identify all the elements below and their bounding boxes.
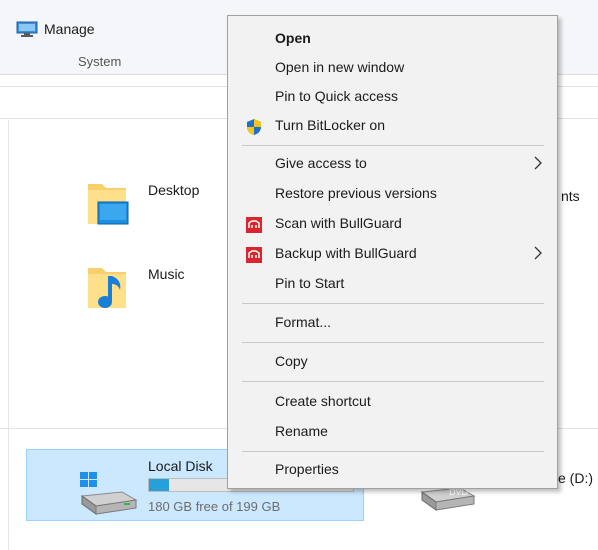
menu-item-copy[interactable]: Copy bbox=[228, 349, 557, 375]
menu-item-create-shortcut[interactable]: Create shortcut bbox=[228, 389, 557, 415]
menu-item-label: Scan with BullGuard bbox=[275, 215, 402, 231]
menu-item-turn-bitlocker-on[interactable]: Turn BitLocker on bbox=[228, 113, 557, 139]
menu-item-label: Format... bbox=[275, 314, 332, 330]
local-disk-name: Local Disk bbox=[148, 458, 213, 474]
manage-label: Manage bbox=[44, 21, 95, 37]
menu-item-label: Create shortcut bbox=[275, 393, 371, 409]
menu-item-label: Open in new window bbox=[275, 59, 405, 75]
menu-item-rename[interactable]: Rename bbox=[228, 419, 557, 445]
menu-item-label: Restore previous versions bbox=[275, 185, 437, 201]
menu-item-label: Properties bbox=[275, 461, 339, 477]
menu-item-label: Backup with BullGuard bbox=[275, 245, 417, 261]
menu-item-backup-bullguard[interactable]: Backup with BullGuard bbox=[228, 241, 557, 267]
menu-item-label: Pin to Quick access bbox=[275, 88, 398, 104]
menu-separator bbox=[242, 303, 544, 304]
menu-item-label: Give access to bbox=[275, 155, 367, 171]
chevron-right-icon bbox=[534, 246, 542, 260]
bullguard-icon bbox=[246, 247, 262, 263]
music-folder-icon bbox=[88, 268, 126, 308]
manage-tab[interactable]: Manage bbox=[16, 20, 95, 38]
menu-item-format[interactable]: Format... bbox=[228, 310, 557, 336]
menu-item-label: Rename bbox=[275, 423, 328, 439]
windows-drive-icon bbox=[80, 472, 138, 515]
folder-desktop[interactable]: Desktop bbox=[86, 178, 216, 238]
menu-item-give-access[interactable]: Give access to bbox=[228, 151, 557, 177]
desktop-folder-icon bbox=[88, 184, 129, 225]
menu-item-pin-to-start[interactable]: Pin to Start bbox=[228, 271, 557, 297]
menu-separator bbox=[242, 145, 544, 146]
manage-icon bbox=[16, 21, 38, 37]
folder-music[interactable]: Music bbox=[86, 262, 216, 322]
menu-item-label: Open bbox=[275, 30, 311, 46]
folder-desktop-label: Desktop bbox=[148, 182, 200, 198]
menu-item-scan-bullguard[interactable]: Scan with BullGuard bbox=[228, 211, 557, 237]
menu-item-pin-quick-access[interactable]: Pin to Quick access bbox=[228, 84, 557, 110]
menu-separator bbox=[242, 342, 544, 343]
ribbon-group-label: System bbox=[78, 54, 122, 69]
dvd-drive-label[interactable]: e (D:) bbox=[558, 470, 593, 486]
menu-item-properties[interactable]: Properties bbox=[228, 457, 557, 483]
local-disk-usage-fill bbox=[149, 479, 170, 491]
local-disk-free-space: 180 GB free of 199 GB bbox=[148, 499, 281, 514]
menu-item-open[interactable]: Open bbox=[228, 26, 557, 52]
folder-music-label: Music bbox=[148, 266, 185, 282]
menu-item-label: Copy bbox=[275, 353, 308, 369]
bullguard-icon bbox=[246, 217, 262, 233]
menu-separator bbox=[242, 451, 544, 452]
menu-item-restore-previous-versions[interactable]: Restore previous versions bbox=[228, 181, 557, 207]
menu-item-label: Pin to Start bbox=[275, 275, 345, 291]
menu-item-open-new-window[interactable]: Open in new window bbox=[228, 55, 557, 81]
chevron-right-icon bbox=[534, 156, 542, 170]
shield-icon bbox=[247, 119, 261, 135]
menu-separator bbox=[242, 381, 544, 382]
nav-pane-border bbox=[8, 120, 9, 550]
context-menu: Open Open in new window Pin to Quick acc… bbox=[227, 15, 558, 489]
obscured-folder-label: nts bbox=[561, 188, 580, 204]
menu-item-label: Turn BitLocker on bbox=[275, 117, 385, 133]
